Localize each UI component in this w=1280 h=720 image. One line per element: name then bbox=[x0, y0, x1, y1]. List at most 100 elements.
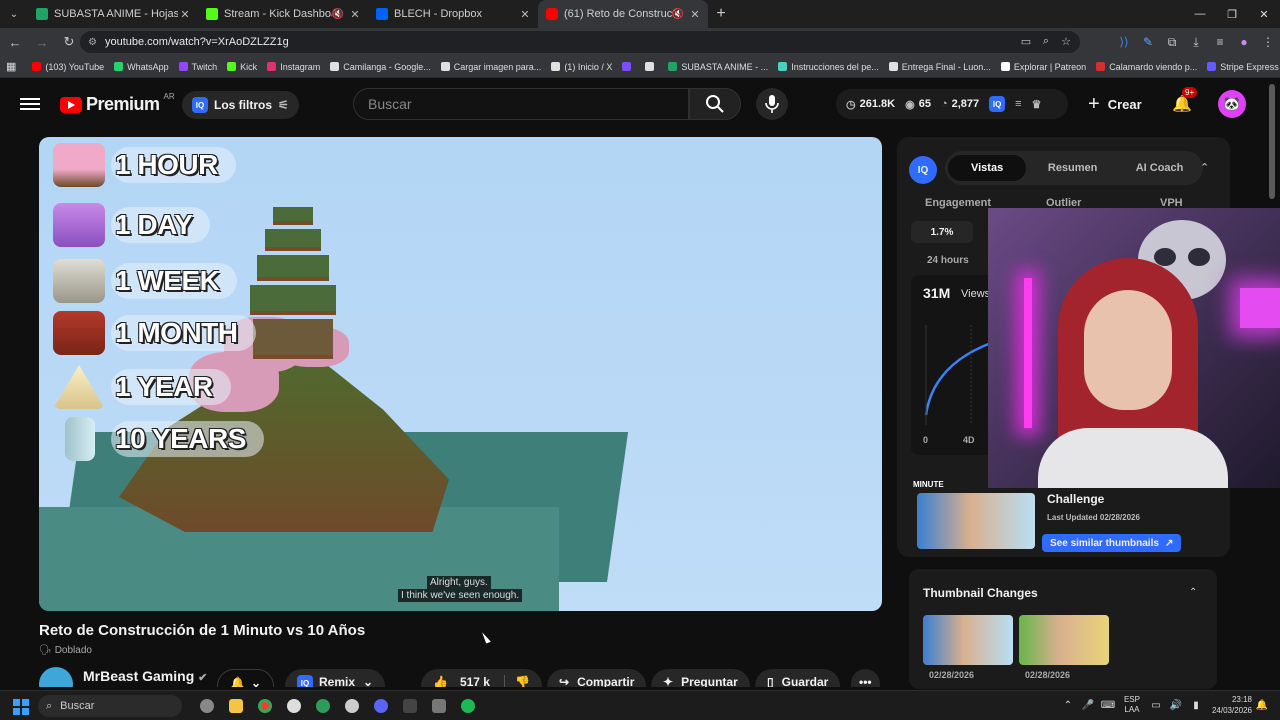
like-button[interactable]: 👍 517 k 👎 bbox=[421, 669, 542, 687]
site-info-icon[interactable]: ⚙ bbox=[88, 37, 97, 48]
muted-speaker-icon[interactable]: 🔇 bbox=[672, 9, 684, 20]
media-icon[interactable]: ≡ bbox=[1208, 31, 1232, 53]
voice-search-button[interactable] bbox=[756, 88, 788, 120]
windows-start-icon[interactable] bbox=[13, 699, 29, 715]
tab-ai-coach[interactable]: AI Coach bbox=[1116, 162, 1203, 174]
browser-tab-2[interactable]: BLECH - Dropbox ✕ bbox=[368, 0, 538, 28]
search-button[interactable] bbox=[689, 88, 741, 120]
extensions-puzzle-icon[interactable]: ⧉ bbox=[1160, 31, 1184, 53]
user-avatar[interactable]: 🐼 bbox=[1218, 90, 1246, 118]
discord-icon[interactable] bbox=[366, 695, 395, 717]
see-similar-thumbnails-button[interactable]: See similar thumbnails ↗ bbox=[1042, 534, 1182, 552]
chevron-up-icon[interactable]: ⌃ bbox=[1058, 700, 1078, 711]
bookmark-star-icon[interactable]: ☆ bbox=[1056, 35, 1076, 48]
bookmark-item[interactable]: (1) Inicio / X bbox=[551, 62, 612, 72]
collapse-chevron-icon[interactable]: ⌃ bbox=[1189, 587, 1197, 598]
back-icon[interactable]: ← bbox=[3, 30, 27, 54]
bookmark-item[interactable] bbox=[645, 62, 658, 72]
download-icon[interactable]: ⤓ bbox=[1184, 31, 1208, 53]
network-icon[interactable]: ▭ bbox=[1146, 700, 1166, 711]
ask-button[interactable]: ✦ Preguntar bbox=[651, 669, 750, 687]
bookmark-item[interactable]: Explorar | Patreon bbox=[1000, 62, 1086, 72]
zoom-icon[interactable]: ⌕ bbox=[1036, 35, 1056, 48]
bookmark-item[interactable]: Twitch bbox=[178, 62, 217, 72]
taskbar-clock[interactable]: 23:18 24/03/2026 bbox=[1212, 694, 1252, 716]
extension-icon[interactable]: ✎ bbox=[1136, 31, 1160, 53]
filters-button[interactable]: IQ Los filtros ⚟ bbox=[182, 91, 299, 119]
extension-icon[interactable]: ⟩⟩ bbox=[1112, 31, 1136, 53]
remix-button[interactable]: IQ Remix ⌄ bbox=[285, 669, 386, 687]
bookmark-item[interactable]: Stripe Express bbox=[1207, 62, 1279, 72]
file-explorer-icon[interactable] bbox=[221, 695, 250, 717]
spotify-icon[interactable] bbox=[453, 695, 482, 717]
more-actions-button[interactable]: ••• bbox=[851, 669, 880, 687]
reload-icon[interactable]: ↻ bbox=[57, 30, 81, 54]
bookmark-item[interactable]: Camilanga - Google... bbox=[330, 62, 431, 72]
close-tab-icon[interactable]: ✕ bbox=[348, 8, 362, 21]
taskbar-app-icon[interactable] bbox=[337, 695, 366, 717]
close-tab-icon[interactable]: ✕ bbox=[178, 8, 192, 21]
taskbar-app-icon[interactable] bbox=[424, 695, 453, 717]
bookmark-item[interactable]: Entrega Final - Luon... bbox=[888, 62, 991, 72]
video-player[interactable]: 1 HOUR 1 DAY 1 WEEK 1 MONTH 1 YEAR 10 YE… bbox=[39, 137, 882, 611]
tab-resumen[interactable]: Resumen bbox=[1029, 162, 1116, 174]
battery-icon[interactable]: ▮ bbox=[1186, 700, 1206, 711]
cast-icon[interactable]: ▭ bbox=[1016, 35, 1036, 48]
tier-10-years: 10 YEARS bbox=[53, 417, 264, 461]
bookmark-item[interactable]: WhatsApp bbox=[114, 62, 169, 72]
minimize-icon[interactable]: — bbox=[1184, 0, 1216, 28]
apps-grid-icon[interactable]: ▦ bbox=[6, 60, 16, 73]
volume-icon[interactable]: 🔊 bbox=[1166, 700, 1186, 711]
chrome-icon[interactable] bbox=[250, 695, 279, 717]
search-input[interactable]: Buscar bbox=[353, 88, 689, 120]
similar-thumbnail-image[interactable] bbox=[917, 493, 1035, 549]
taskbar-app-icon[interactable] bbox=[308, 695, 337, 717]
taskbar-search[interactable]: ⌕ Buscar bbox=[38, 695, 182, 717]
restore-icon[interactable]: ❐ bbox=[1216, 0, 1248, 28]
thumbs-down-icon[interactable]: 👎 bbox=[503, 675, 530, 687]
thumbnail-version[interactable] bbox=[1019, 615, 1109, 665]
page-scrollbar[interactable] bbox=[1269, 84, 1275, 199]
channel-avatar[interactable] bbox=[39, 667, 73, 687]
bookmark-item[interactable]: Instagram bbox=[267, 62, 320, 72]
notifications-icon[interactable]: 🔔 bbox=[1252, 700, 1272, 711]
youtube-logo[interactable]: Premium AR bbox=[60, 92, 175, 115]
menu-hamburger-icon[interactable] bbox=[20, 95, 40, 115]
new-tab-button[interactable]: + bbox=[708, 5, 734, 23]
bookmark-item[interactable]: Cargar imagen para... bbox=[440, 62, 541, 72]
language-indicator[interactable]: ESP LAA bbox=[1124, 695, 1140, 715]
tab-vistas[interactable]: Vistas bbox=[948, 155, 1027, 181]
bookmark-item[interactable]: Calamardo viendo p... bbox=[1096, 62, 1197, 72]
channel-name[interactable]: MrBeast Gaming ✔ bbox=[83, 668, 207, 684]
microphone-icon[interactable]: 🎤 bbox=[1078, 700, 1098, 711]
close-tab-icon[interactable]: ✕ bbox=[518, 8, 532, 21]
browser-tab-0[interactable]: SUBASTA ANIME - Hojas de cálculo ✕ bbox=[28, 0, 198, 28]
taskbar-app-icon[interactable] bbox=[395, 695, 424, 717]
muted-speaker-icon[interactable]: 🔇 bbox=[332, 9, 344, 20]
vidiq-stats-bar[interactable]: ◷ 261.8K ◉ 65 ◔ 2,877 IQ ≡ ♛ bbox=[836, 89, 1068, 119]
thumbnail-version[interactable] bbox=[923, 615, 1013, 665]
bookmark-item[interactable] bbox=[622, 62, 635, 72]
tab-search-icon[interactable]: ⌄ bbox=[0, 0, 28, 28]
taskbar-app-icon[interactable] bbox=[192, 695, 221, 717]
bookmark-item[interactable]: Kick bbox=[227, 62, 257, 72]
create-button[interactable]: + Crear bbox=[1088, 90, 1142, 118]
obs-icon[interactable] bbox=[279, 695, 308, 717]
collapse-chevron-icon[interactable]: ⌃ bbox=[1200, 161, 1209, 174]
browser-tab-1[interactable]: Stream - Kick Dashboard 🔇 ✕ bbox=[198, 0, 368, 28]
save-button[interactable]: ▯ Guardar bbox=[755, 669, 841, 687]
subscribe-bell-button[interactable]: 🔔 ⌄ bbox=[217, 669, 275, 687]
profile-icon[interactable]: ● bbox=[1232, 31, 1256, 53]
browser-tab-3[interactable]: (61) Reto de Construcción d... 🔇 ✕ bbox=[538, 0, 708, 28]
url-field[interactable]: ⚙ youtube.com/watch?v=XrAoDZLZZ1g ▭ ⌕ ☆ bbox=[80, 31, 1080, 53]
bookmark-item[interactable]: SUBASTA ANIME - ... bbox=[668, 62, 768, 72]
forward-icon[interactable]: → bbox=[30, 30, 54, 54]
bookmark-item[interactable]: (103) YouTube bbox=[32, 62, 104, 72]
close-tab-icon[interactable]: ✕ bbox=[688, 8, 702, 21]
bookmark-item[interactable]: Instrucciones del pe... bbox=[778, 62, 879, 72]
create-label: Crear bbox=[1107, 96, 1142, 112]
keyboard-icon[interactable]: ⌨ bbox=[1098, 700, 1118, 711]
close-window-icon[interactable]: ✕ bbox=[1248, 0, 1280, 28]
share-button[interactable]: ↪ Compartir bbox=[547, 669, 647, 687]
menu-dots-icon[interactable]: ⋮ bbox=[1256, 31, 1280, 53]
